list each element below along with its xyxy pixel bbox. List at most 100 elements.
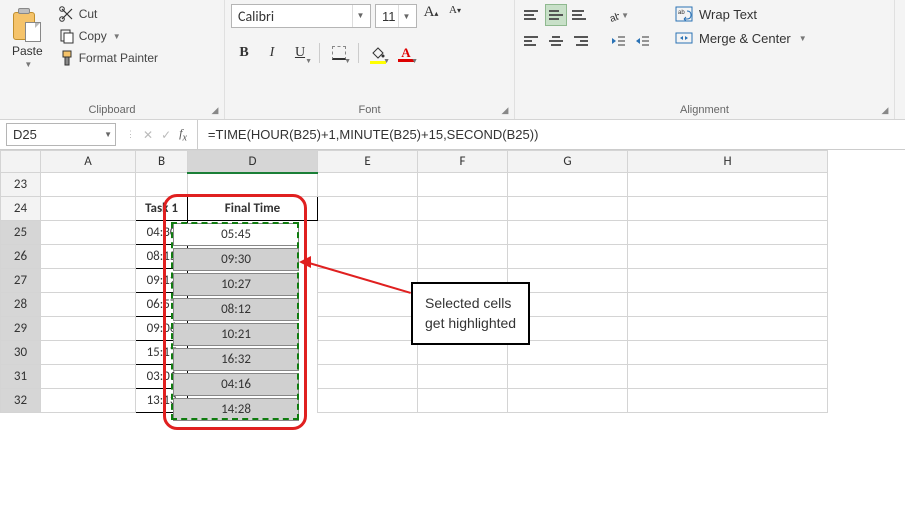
cell[interactable] bbox=[628, 245, 828, 269]
cell[interactable] bbox=[508, 173, 628, 197]
cell[interactable] bbox=[318, 173, 418, 197]
cell[interactable] bbox=[418, 173, 508, 197]
cell[interactable] bbox=[628, 389, 828, 413]
cell[interactable]: 09:06 bbox=[136, 317, 188, 341]
paste-button[interactable]: Paste ▼ bbox=[6, 4, 49, 73]
cell[interactable] bbox=[318, 197, 418, 221]
cell[interactable] bbox=[41, 221, 136, 245]
cell[interactable] bbox=[188, 293, 318, 317]
row-header-26[interactable]: 26 bbox=[1, 245, 41, 269]
orientation-button[interactable]: ab ▼ bbox=[607, 4, 629, 26]
cell[interactable] bbox=[41, 293, 136, 317]
fill-color-button[interactable]: ▼ bbox=[365, 40, 391, 66]
align-center-button[interactable] bbox=[545, 30, 567, 52]
cell[interactable]: 06:57 bbox=[136, 293, 188, 317]
cell[interactable] bbox=[508, 197, 628, 221]
merge-center-button[interactable]: Merge & Center ▼ bbox=[671, 28, 811, 48]
row-header-30[interactable]: 30 bbox=[1, 341, 41, 365]
font-size-combo[interactable]: 11 ▼ bbox=[375, 4, 417, 28]
cell[interactable] bbox=[418, 365, 508, 389]
cell[interactable]: 04:30 bbox=[136, 221, 188, 245]
align-left-button[interactable] bbox=[521, 30, 543, 52]
cell[interactable] bbox=[508, 221, 628, 245]
cell[interactable] bbox=[318, 341, 418, 365]
chevron-down-icon[interactable]: ▼ bbox=[352, 5, 368, 27]
row-header-27[interactable]: 27 bbox=[1, 269, 41, 293]
align-bottom-button[interactable] bbox=[569, 4, 591, 26]
italic-button[interactable]: I bbox=[259, 40, 285, 66]
cell[interactable] bbox=[318, 317, 418, 341]
cell[interactable] bbox=[41, 269, 136, 293]
shrink-font-button[interactable]: A▾ bbox=[445, 4, 465, 28]
enter-formula-button[interactable]: ✓ bbox=[161, 128, 171, 142]
cell[interactable] bbox=[41, 341, 136, 365]
select-all-corner[interactable] bbox=[1, 151, 41, 173]
row-header-23[interactable]: 23 bbox=[1, 173, 41, 197]
borders-button[interactable]: ▼ bbox=[326, 40, 352, 66]
font-name-combo[interactable]: Calibri ▼ bbox=[231, 4, 371, 28]
cell[interactable] bbox=[41, 317, 136, 341]
cell[interactable] bbox=[418, 389, 508, 413]
col-header-F[interactable]: F bbox=[418, 151, 508, 173]
cell[interactable] bbox=[628, 197, 828, 221]
align-top-button[interactable] bbox=[521, 4, 543, 26]
chevron-down-icon[interactable]: ▼ bbox=[398, 5, 414, 27]
name-box[interactable]: D25 ▼ bbox=[6, 123, 116, 146]
cell[interactable] bbox=[508, 389, 628, 413]
wrap-text-button[interactable]: ab Wrap Text bbox=[671, 4, 811, 24]
row-header-32[interactable]: 32 bbox=[1, 389, 41, 413]
spreadsheet-grid[interactable]: A B D E F G H 2324Task 1Final Time2504:3… bbox=[0, 150, 905, 519]
cell[interactable] bbox=[41, 389, 136, 413]
cell[interactable] bbox=[318, 293, 418, 317]
cell[interactable] bbox=[318, 221, 418, 245]
cell[interactable] bbox=[136, 173, 188, 197]
cell[interactable] bbox=[188, 389, 318, 413]
dialog-launcher-clipboard[interactable]: ◢ bbox=[208, 103, 222, 117]
format-painter-button[interactable]: Format Painter bbox=[55, 48, 162, 68]
cell[interactable]: 15:17 bbox=[136, 341, 188, 365]
underline-button[interactable]: U▼ bbox=[287, 40, 313, 66]
row-header-25[interactable]: 25 bbox=[1, 221, 41, 245]
cell[interactable]: 13:13 bbox=[136, 389, 188, 413]
cancel-formula-button[interactable]: ✕ bbox=[143, 128, 153, 142]
cell[interactable] bbox=[188, 173, 318, 197]
decrease-indent-button[interactable] bbox=[607, 30, 629, 52]
cell[interactable]: 08:15 bbox=[136, 245, 188, 269]
cell[interactable] bbox=[188, 365, 318, 389]
dialog-launcher-font[interactable]: ◢ bbox=[498, 103, 512, 117]
col-header-A[interactable]: A bbox=[41, 151, 136, 173]
col-header-H[interactable]: H bbox=[628, 151, 828, 173]
cell[interactable] bbox=[41, 245, 136, 269]
cell[interactable] bbox=[628, 173, 828, 197]
cell[interactable] bbox=[188, 245, 318, 269]
increase-indent-button[interactable] bbox=[631, 30, 653, 52]
cell[interactable] bbox=[628, 269, 828, 293]
col-header-D[interactable]: D bbox=[188, 151, 318, 173]
cell[interactable] bbox=[318, 245, 418, 269]
cell[interactable] bbox=[188, 221, 318, 245]
cell[interactable] bbox=[188, 269, 318, 293]
align-right-button[interactable] bbox=[569, 30, 591, 52]
cell[interactable] bbox=[188, 317, 318, 341]
cell[interactable] bbox=[418, 245, 508, 269]
col-header-G[interactable]: G bbox=[508, 151, 628, 173]
cell[interactable]: 03:01 bbox=[136, 365, 188, 389]
cell[interactable] bbox=[188, 341, 318, 365]
cell[interactable] bbox=[41, 173, 136, 197]
copy-button[interactable]: Copy ▼ bbox=[55, 26, 162, 46]
col-header-E[interactable]: E bbox=[318, 151, 418, 173]
cell[interactable]: Task 1 bbox=[136, 197, 188, 221]
cell[interactable] bbox=[508, 365, 628, 389]
cell[interactable] bbox=[628, 341, 828, 365]
insert-function-button[interactable]: fx bbox=[179, 126, 187, 143]
cell[interactable] bbox=[418, 221, 508, 245]
cell[interactable] bbox=[41, 197, 136, 221]
cut-button[interactable]: Cut bbox=[55, 4, 162, 24]
dialog-launcher-alignment[interactable]: ◢ bbox=[878, 103, 892, 117]
cell[interactable] bbox=[318, 365, 418, 389]
cell[interactable] bbox=[628, 317, 828, 341]
cell[interactable] bbox=[628, 293, 828, 317]
cell[interactable] bbox=[41, 365, 136, 389]
row-header-24[interactable]: 24 bbox=[1, 197, 41, 221]
cell[interactable] bbox=[418, 197, 508, 221]
